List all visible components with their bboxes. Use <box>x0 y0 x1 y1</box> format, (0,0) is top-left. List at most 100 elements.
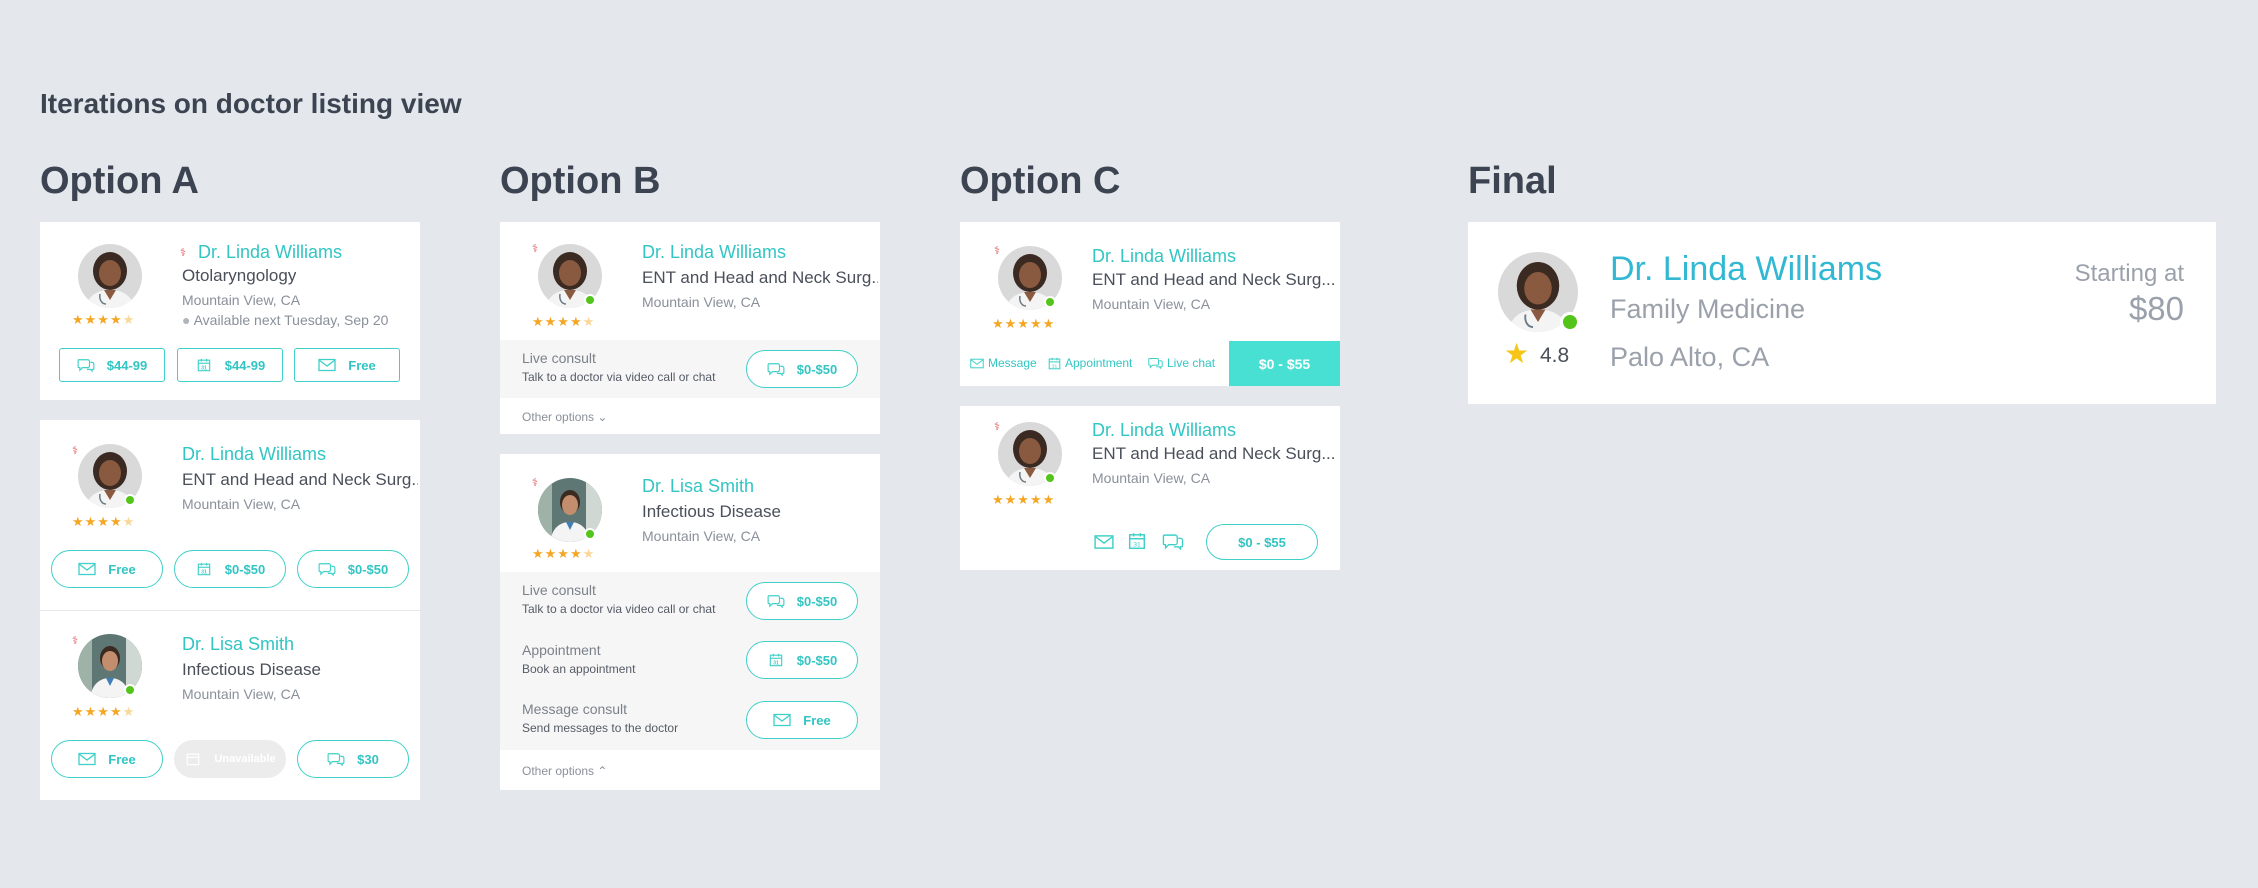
online-status-dot <box>124 494 136 506</box>
price-button[interactable]: $0 - $55 <box>1229 341 1340 386</box>
mail-icon[interactable] <box>1094 534 1114 550</box>
online-status-dot <box>584 294 596 306</box>
calendar-icon[interactable] <box>1128 532 1146 550</box>
appointment-link[interactable]: Appointment <box>1048 356 1132 370</box>
rating-stars: ★★★★★ <box>532 314 596 329</box>
message-consult-button[interactable]: Free <box>746 701 858 739</box>
chevron-up-icon: ⌃ <box>597 764 608 778</box>
live-consult-row: Live consult Talk to a doctor via video … <box>500 340 880 398</box>
message-link[interactable]: Message <box>970 356 1037 370</box>
doctor-specialty: Family Medicine <box>1610 294 1806 324</box>
doctor-location: Mountain View, CA <box>642 528 761 544</box>
chat-consult-button[interactable]: $0-$50 <box>297 550 409 588</box>
calendar-icon <box>195 358 213 372</box>
chat-icon[interactable] <box>1162 533 1184 550</box>
mail-icon <box>970 358 984 369</box>
chat-consult-button[interactable]: $44-99 <box>59 348 165 382</box>
chat-icon <box>77 358 95 372</box>
doctor-avatar <box>78 244 142 308</box>
option-c-title: Option C <box>960 160 1121 202</box>
rating-stars: ★★★★★ <box>72 704 136 719</box>
consult-subtitle: Send messages to the doctor <box>522 721 679 735</box>
live-chat-link[interactable]: Live chat <box>1148 356 1215 370</box>
rating-stars: ★★★★★ <box>992 316 1056 331</box>
online-status-dot <box>1044 472 1056 484</box>
consult-title: Live consult <box>522 582 596 598</box>
doctor-location: Mountain View, CA <box>182 686 301 702</box>
doctor-location: Mountain View, CA <box>1092 296 1211 312</box>
availability-text: ● Available next Tuesday, Sep 20 <box>182 312 389 328</box>
live-consult-button[interactable]: $0-$50 <box>746 350 858 388</box>
price-button[interactable]: $0 - $55 <box>1206 524 1318 560</box>
doctor-specialty: Infectious Disease <box>182 660 321 679</box>
medical-badge-icon: ⚕ <box>532 477 538 489</box>
medical-badge-icon: ⚕ <box>994 421 1000 433</box>
starting-price: $80 <box>2128 290 2184 327</box>
chat-icon <box>318 562 336 576</box>
consult-subtitle: Talk to a doctor via video call or chat <box>522 370 716 384</box>
final-card[interactable]: ★ 4.8 Dr. Linda Williams Family Medicine… <box>1468 222 2216 404</box>
starting-at-label: Starting at <box>2074 260 2184 287</box>
consult-subtitle: Book an appointment <box>522 662 636 676</box>
option-a-card-2: ⚕ ★★★★★ Dr. Linda Williams ENT and Head … <box>40 420 420 800</box>
appointment-button[interactable]: $0-$50 <box>174 550 286 588</box>
chat-consult-button[interactable]: $30 <box>297 740 409 778</box>
message-button[interactable]: Free <box>51 740 163 778</box>
mail-icon <box>78 752 96 766</box>
option-a-card-1[interactable]: ★★★★★ ⚕ Dr. Linda Williams Otolaryngolog… <box>40 222 420 400</box>
consult-title: Live consult <box>522 350 596 366</box>
appointment-unavailable-button: Unavailable <box>174 740 286 778</box>
appointment-button[interactable]: $0-$50 <box>746 641 858 679</box>
doctor-name[interactable]: Dr. Lisa Smith <box>182 634 294 655</box>
final-title: Final <box>1468 160 1557 202</box>
doctor-name[interactable]: Dr. Lisa Smith <box>642 476 754 497</box>
page-title: Iterations on doctor listing view <box>40 88 462 119</box>
chat-icon <box>1148 357 1163 369</box>
doctor-name[interactable]: Dr. Linda Williams <box>1092 420 1236 441</box>
consult-options: Live consult Talk to a doctor via video … <box>500 572 880 750</box>
consult-title: Appointment <box>522 642 601 658</box>
consult-subtitle: Talk to a doctor via video call or chat <box>522 602 716 616</box>
doctor-location: Mountain View, CA <box>182 496 301 512</box>
rating-value: 4.8 <box>1540 344 1570 367</box>
option-c-card-1[interactable]: ⚕ ★★★★★ Dr. Linda Williams ENT and Head … <box>960 222 1340 386</box>
doctor-location: Palo Alto, CA <box>1610 342 1770 372</box>
other-options-toggle[interactable]: Other options ⌄ <box>522 410 607 424</box>
chat-icon <box>767 594 785 608</box>
live-consult-button[interactable]: $0-$50 <box>746 582 858 620</box>
calendar-icon <box>1048 357 1061 370</box>
doctor-name[interactable]: Dr. Linda Williams <box>182 444 326 465</box>
message-button[interactable]: Free <box>294 348 400 382</box>
doctor-location: Mountain View, CA <box>642 294 761 310</box>
message-button[interactable]: Free <box>51 550 163 588</box>
doctor-name[interactable]: Dr. Linda Williams <box>1092 246 1236 267</box>
mail-icon <box>78 562 96 576</box>
doctor-specialty: ENT and Head and Neck Surg... <box>182 470 418 489</box>
doctor-specialty: Infectious Disease <box>642 502 781 521</box>
rating-stars: ★★★★★ <box>72 514 136 529</box>
option-b-card-2[interactable]: ⚕ ★★★★★ Dr. Lisa Smith Infectious Diseas… <box>500 454 880 790</box>
medical-badge-icon: ⚕ <box>994 245 1000 257</box>
appointment-button[interactable]: $44-99 <box>177 348 283 382</box>
option-b-title: Option B <box>500 160 661 202</box>
option-b-card-1[interactable]: ⚕ ★★★★★ Dr. Linda Williams ENT and Head … <box>500 222 880 434</box>
chevron-down-icon: ⌄ <box>597 410 608 424</box>
rating-stars: ★★★★★ <box>532 546 596 561</box>
calendar-icon <box>195 562 213 576</box>
option-c-card-2[interactable]: ⚕ ★★★★★ Dr. Linda Williams ENT and Head … <box>960 406 1340 570</box>
other-options-toggle[interactable]: Other options ⌃ <box>522 764 607 778</box>
mail-icon <box>773 713 791 727</box>
doctor-location: Mountain View, CA <box>1092 470 1211 486</box>
medical-badge-icon: ⚕ <box>72 445 78 457</box>
calendar-icon <box>184 752 202 766</box>
consult-title: Message consult <box>522 701 628 717</box>
online-status-dot <box>1044 296 1056 308</box>
doctor-name[interactable]: Dr. Linda Williams <box>642 242 786 263</box>
chat-icon <box>327 752 345 766</box>
doctor-name[interactable]: Dr. Linda Williams <box>1610 250 1882 289</box>
doctor-specialty: ENT and Head and Neck Surg... <box>642 268 878 287</box>
calendar-icon <box>767 653 785 667</box>
rating-stars: ★★★★★ <box>72 312 136 327</box>
doctor-name[interactable]: Dr. Linda Williams <box>198 242 342 263</box>
medical-badge-icon: ⚕ <box>180 247 186 259</box>
